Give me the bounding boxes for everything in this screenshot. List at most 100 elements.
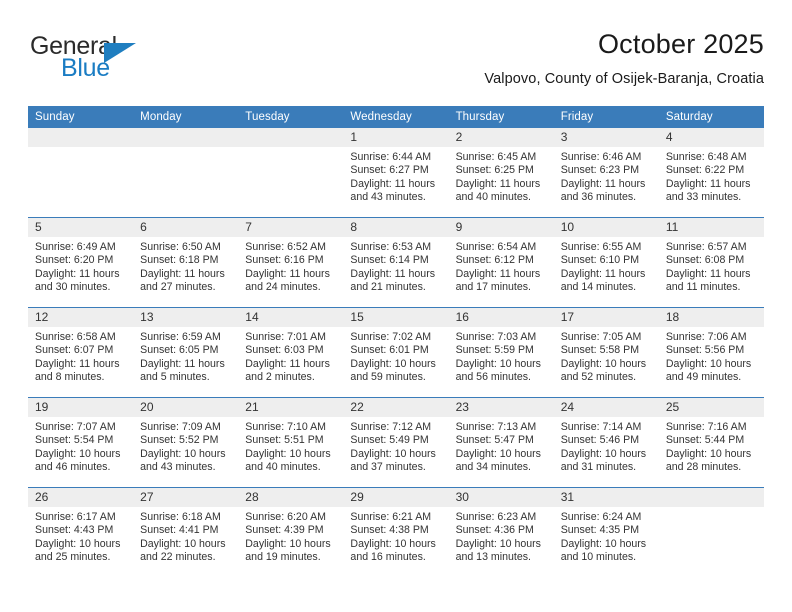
calendar-day-cell[interactable]: 31 Sunrise: 6:24 AM Sunset: 4:35 PM Dayligh… bbox=[553, 487, 659, 577]
calendar-day-cell[interactable]: 11 Sunrise: 6:57 AM Sunset: 6:08 PM Dayligh… bbox=[658, 217, 764, 308]
day-number: 27 bbox=[133, 488, 239, 507]
calendar-day-cell[interactable]: 23 Sunrise: 7:13 AM Sunset: 5:47 PM Dayligh… bbox=[448, 397, 554, 488]
daylight-text-line1: Daylight: 10 hours bbox=[665, 447, 752, 460]
calendar-day-cell[interactable]: 7 Sunrise: 6:52 AM Sunset: 6:16 PM Daylight… bbox=[238, 217, 344, 308]
daylight-text-line2: and 19 minutes. bbox=[245, 551, 321, 564]
calendar-day-cell[interactable]: 8 Sunrise: 6:53 AM Sunset: 6:14 PM Daylight… bbox=[343, 217, 449, 308]
calendar-day-cell[interactable]: 21 Sunrise: 7:10 AM Sunset: 5:51 PM Dayligh… bbox=[238, 397, 344, 488]
calendar-day-cell[interactable]: 25 Sunrise: 7:16 AM Sunset: 5:44 PM Dayligh… bbox=[658, 397, 764, 488]
calendar-day-cell[interactable]: 22 Sunrise: 7:12 AM Sunset: 5:49 PM Dayligh… bbox=[343, 397, 449, 488]
calendar-day-cell[interactable]: 30 Sunrise: 6:23 AM Sunset: 4:36 PM Dayligh… bbox=[448, 487, 554, 577]
daylight-text-line2: and 40 minutes. bbox=[455, 191, 531, 204]
calendar-day-cell[interactable]: 26 Sunrise: 6:17 AM Sunset: 4:43 PM Dayligh… bbox=[28, 487, 134, 577]
calendar-day-cell[interactable]: 27 Sunrise: 6:18 AM Sunset: 4:41 PM Dayligh… bbox=[133, 487, 239, 577]
sunset-text: Sunset: 5:51 PM bbox=[245, 434, 324, 447]
day-cell-inner: 10 Sunrise: 6:55 AM Sunset: 6:10 PM Dayligh… bbox=[553, 218, 659, 307]
general-blue-logo[interactable]: General Blue bbox=[28, 32, 218, 90]
calendar-day-cell[interactable]: 24 Sunrise: 7:14 AM Sunset: 5:46 PM Dayligh… bbox=[553, 397, 659, 488]
sunset-text: Sunset: 5:59 PM bbox=[455, 344, 534, 357]
daylight-text-line2: and 5 minutes. bbox=[140, 371, 210, 384]
calendar-day-cell[interactable]: 19 Sunrise: 7:07 AM Sunset: 5:54 PM Dayligh… bbox=[28, 397, 134, 488]
day-cell-details: Sunrise: 6:54 AM Sunset: 6:12 PM Daylight:… bbox=[449, 237, 554, 295]
calendar-cell-empty bbox=[238, 128, 344, 218]
page-header: General Blue October 2025 Valpovo, Count… bbox=[28, 28, 764, 98]
day-number: 11 bbox=[658, 218, 764, 237]
calendar-week-row: 1 Sunrise: 6:44 AM Sunset: 6:27 PM Daylight… bbox=[28, 128, 764, 218]
calendar-day-cell[interactable]: 5 Sunrise: 6:49 AM Sunset: 6:20 PM Daylight… bbox=[28, 217, 134, 308]
day-cell-details: Sunrise: 6:24 AM Sunset: 4:35 PM Daylight:… bbox=[554, 507, 659, 565]
day-cell-inner: 5 Sunrise: 6:49 AM Sunset: 6:20 PM Daylight… bbox=[28, 218, 134, 307]
calendar-day-cell[interactable]: 28 Sunrise: 6:20 AM Sunset: 4:39 PM Dayligh… bbox=[238, 487, 344, 577]
day-number: 29 bbox=[343, 488, 449, 507]
calendar-day-cell[interactable]: 12 Sunrise: 6:58 AM Sunset: 6:07 PM Dayligh… bbox=[28, 307, 134, 398]
daylight-text-line1: Daylight: 10 hours bbox=[455, 447, 541, 460]
daylight-text-line2: and 28 minutes. bbox=[665, 461, 742, 474]
daylight-text-line2: and 2 minutes. bbox=[245, 371, 315, 384]
daylight-text-line2: and 27 minutes. bbox=[140, 281, 216, 294]
sunset-text: Sunset: 6:25 PM bbox=[455, 164, 534, 177]
day-number: 30 bbox=[448, 488, 554, 507]
day-cell-inner: 15 Sunrise: 7:02 AM Sunset: 6:01 PM Dayligh… bbox=[343, 308, 449, 397]
calendar-grid: Sunday Monday Tuesday Wednesday Thursday… bbox=[28, 106, 764, 577]
sunrise-text: Sunrise: 6:49 AM bbox=[35, 241, 116, 253]
sunset-text: Sunset: 4:35 PM bbox=[560, 524, 640, 537]
sunrise-text: Sunrise: 6:53 AM bbox=[350, 241, 432, 253]
day-number: 3 bbox=[553, 128, 659, 147]
daylight-text-line2: and 43 minutes. bbox=[350, 191, 426, 204]
day-cell-details: Sunrise: 6:20 AM Sunset: 4:39 PM Daylight:… bbox=[238, 507, 343, 565]
sunrise-text: Sunrise: 7:01 AM bbox=[245, 331, 326, 343]
day-cell-details: Sunrise: 6:17 AM Sunset: 4:43 PM Daylight:… bbox=[28, 507, 133, 565]
calendar-day-cell[interactable]: 18 Sunrise: 7:06 AM Sunset: 5:56 PM Dayligh… bbox=[658, 307, 764, 398]
calendar-day-cell[interactable]: 4 Sunrise: 6:48 AM Sunset: 6:22 PM Daylight… bbox=[658, 128, 764, 218]
day-number: 19 bbox=[28, 398, 134, 417]
day-number: 15 bbox=[343, 308, 449, 327]
calendar-day-cell[interactable]: 1 Sunrise: 6:44 AM Sunset: 6:27 PM Daylight… bbox=[343, 128, 449, 218]
calendar-week-row: 12 Sunrise: 6:58 AM Sunset: 6:07 PM Dayligh… bbox=[28, 307, 764, 398]
daylight-text-line2: and 52 minutes. bbox=[560, 371, 637, 384]
sunset-text: Sunset: 6:03 PM bbox=[245, 344, 324, 357]
day-cell-details: Sunrise: 6:59 AM Sunset: 6:05 PM Daylight:… bbox=[133, 327, 238, 385]
weekday-header-tuesday: Tuesday bbox=[238, 106, 344, 128]
daylight-text-line1: Daylight: 11 hours bbox=[665, 177, 751, 190]
daylight-text-line2: and 24 minutes. bbox=[245, 281, 321, 294]
calendar-day-cell[interactable]: 20 Sunrise: 7:09 AM Sunset: 5:52 PM Dayligh… bbox=[133, 397, 239, 488]
day-cell-inner: 19 Sunrise: 7:07 AM Sunset: 5:54 PM Dayligh… bbox=[28, 398, 134, 487]
day-cell-details: Sunrise: 6:55 AM Sunset: 6:10 PM Daylight:… bbox=[554, 237, 659, 295]
sunrise-text: Sunrise: 7:06 AM bbox=[665, 331, 747, 343]
day-cell-details: Sunrise: 7:16 AM Sunset: 5:44 PM Daylight:… bbox=[659, 417, 764, 475]
sunset-text: Sunset: 6:12 PM bbox=[455, 254, 534, 267]
sunrise-text: Sunrise: 6:20 AM bbox=[245, 511, 326, 523]
day-cell-inner: 21 Sunrise: 7:10 AM Sunset: 5:51 PM Dayligh… bbox=[238, 398, 344, 487]
daylight-text-line1: Daylight: 10 hours bbox=[350, 357, 436, 370]
calendar-day-cell[interactable]: 10 Sunrise: 6:55 AM Sunset: 6:10 PM Dayligh… bbox=[553, 217, 659, 308]
daylight-text-line2: and 16 minutes. bbox=[350, 551, 426, 564]
day-cell-details: Sunrise: 6:23 AM Sunset: 4:36 PM Daylight:… bbox=[449, 507, 554, 565]
calendar-day-cell[interactable]: 3 Sunrise: 6:46 AM Sunset: 6:23 PM Daylight… bbox=[553, 128, 659, 218]
calendar-day-cell[interactable]: 2 Sunrise: 6:45 AM Sunset: 6:25 PM Daylight… bbox=[448, 128, 554, 218]
calendar-day-cell[interactable]: 9 Sunrise: 6:54 AM Sunset: 6:12 PM Daylight… bbox=[448, 217, 554, 308]
calendar-day-cell[interactable]: 29 Sunrise: 6:21 AM Sunset: 4:38 PM Dayligh… bbox=[343, 487, 449, 577]
calendar-day-cell[interactable]: 13 Sunrise: 6:59 AM Sunset: 6:05 PM Dayligh… bbox=[133, 307, 239, 398]
day-number: 25 bbox=[658, 398, 764, 417]
calendar-body: 1 Sunrise: 6:44 AM Sunset: 6:27 PM Daylight… bbox=[28, 128, 764, 577]
day-cell-inner: 30 Sunrise: 6:23 AM Sunset: 4:36 PM Dayligh… bbox=[448, 488, 554, 577]
calendar-day-cell[interactable]: 17 Sunrise: 7:05 AM Sunset: 5:58 PM Dayligh… bbox=[553, 307, 659, 398]
daylight-text-line2: and 25 minutes. bbox=[35, 551, 111, 564]
weekday-header-monday: Monday bbox=[133, 106, 239, 128]
sunset-text: Sunset: 6:27 PM bbox=[350, 164, 429, 177]
daylight-text-line1: Daylight: 11 hours bbox=[35, 357, 120, 370]
day-cell-details: Sunrise: 7:03 AM Sunset: 5:59 PM Daylight:… bbox=[449, 327, 554, 385]
day-cell-details: Sunrise: 7:14 AM Sunset: 5:46 PM Daylight:… bbox=[554, 417, 659, 475]
sunset-text: Sunset: 5:46 PM bbox=[560, 434, 640, 447]
day-cell-details: Sunrise: 7:01 AM Sunset: 6:03 PM Daylight:… bbox=[238, 327, 343, 385]
daylight-text-line1: Daylight: 11 hours bbox=[455, 177, 541, 190]
sunset-text: Sunset: 6:18 PM bbox=[140, 254, 219, 267]
calendar-day-cell[interactable]: 16 Sunrise: 7:03 AM Sunset: 5:59 PM Dayligh… bbox=[448, 307, 554, 398]
calendar-day-cell[interactable]: 6 Sunrise: 6:50 AM Sunset: 6:18 PM Daylight… bbox=[133, 217, 239, 308]
weekday-header-friday: Friday bbox=[553, 106, 659, 128]
sunrise-text: Sunrise: 7:03 AM bbox=[455, 331, 537, 343]
calendar-day-cell[interactable]: 14 Sunrise: 7:01 AM Sunset: 6:03 PM Dayligh… bbox=[238, 307, 344, 398]
sunrise-text: Sunrise: 7:10 AM bbox=[245, 421, 326, 433]
sunset-text: Sunset: 6:01 PM bbox=[350, 344, 429, 357]
calendar-day-cell[interactable]: 15 Sunrise: 7:02 AM Sunset: 6:01 PM Dayligh… bbox=[343, 307, 449, 398]
